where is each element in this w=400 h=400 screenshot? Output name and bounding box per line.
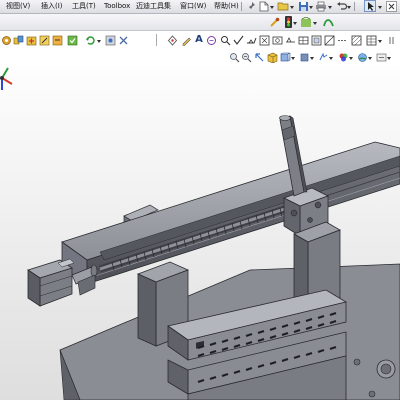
chevron-down-icon[interactable] — [329, 57, 333, 60]
green-curve-icon[interactable] — [322, 16, 334, 28]
chevron-down-icon[interactable] — [347, 6, 351, 9]
pin-icon[interactable] — [245, 0, 257, 12]
sketch-tool-icon[interactable] — [166, 34, 178, 46]
chevron-down-icon[interactable] — [387, 57, 391, 60]
assembly-annotation-toolbar: A — [0, 31, 400, 49]
menu-separator — [241, 2, 242, 11]
hide-show-items-icon[interactable] — [317, 51, 329, 63]
zoom-icon[interactable] — [219, 34, 231, 46]
chevron-down-icon[interactable] — [349, 57, 353, 60]
heads-up-view-toolbar — [0, 49, 400, 64]
new-document-icon[interactable] — [258, 0, 270, 12]
hole-callout-icon[interactable] — [284, 34, 296, 46]
stepper-motor — [27, 258, 75, 307]
rebuild-icon[interactable] — [268, 16, 280, 28]
chevron-down-icon[interactable] — [313, 22, 317, 25]
save-icon[interactable] — [297, 0, 309, 12]
previous-view-icon[interactable] — [253, 51, 265, 63]
close-document-icon[interactable] — [385, 0, 397, 12]
menu-separator — [354, 2, 355, 11]
toolbox-icon[interactable] — [66, 34, 78, 46]
rebuild-icon[interactable] — [84, 34, 96, 46]
insert-component-icon[interactable] — [25, 34, 37, 46]
toolbar-separator — [156, 34, 157, 46]
menu-maidi-tools[interactable]: 迈迪工具集 — [136, 1, 171, 12]
assembly-icon[interactable] — [0, 34, 12, 46]
menu-insert[interactable]: 插入(I) — [41, 1, 63, 12]
open-folder-icon[interactable] — [277, 0, 289, 12]
menu-bar: 视图(V) 插入(I) 工具(T) Toolbox 迈迪工具集 窗口(W) 帮助… — [0, 0, 400, 14]
table-icon[interactable] — [365, 34, 377, 46]
balloon-icon[interactable] — [205, 34, 217, 46]
view-orientation-icon[interactable] — [279, 51, 291, 63]
menu-window[interactable]: 窗口(W) — [180, 1, 206, 12]
chevron-down-icon[interactable] — [309, 6, 313, 9]
tolerance-icon[interactable] — [297, 34, 309, 46]
smart-dimension-icon[interactable] — [51, 34, 63, 46]
chevron-down-icon[interactable] — [378, 6, 382, 9]
datum-icon[interactable] — [258, 34, 270, 46]
chevron-down-icon[interactable] — [293, 22, 297, 25]
edit-appearance-icon[interactable] — [337, 51, 349, 63]
weld-symbol-icon[interactable] — [245, 34, 257, 46]
note-text-icon[interactable]: A — [193, 34, 205, 46]
menu-toolbox[interactable]: Toolbox — [104, 1, 130, 12]
section-view-icon[interactable] — [266, 51, 278, 63]
area-hatch-icon[interactable] — [350, 34, 362, 46]
chevron-down-icon[interactable] — [378, 40, 382, 43]
menu-tools[interactable]: 工具(T) — [72, 1, 96, 12]
more-tools-icon[interactable] — [386, 34, 398, 46]
options-icon[interactable] — [300, 16, 312, 28]
options-icon[interactable] — [104, 34, 116, 46]
link-icon[interactable] — [117, 34, 129, 46]
graphics-area[interactable] — [0, 64, 400, 400]
print-icon[interactable] — [315, 0, 327, 12]
display-style-icon[interactable] — [298, 51, 310, 63]
chevron-down-icon[interactable] — [328, 6, 332, 9]
mate-icon[interactable] — [12, 34, 24, 46]
chevron-down-icon[interactable] — [291, 57, 295, 60]
menu-view[interactable]: 视图(V) — [6, 1, 30, 12]
pencil-icon[interactable] — [180, 34, 192, 46]
chevron-down-icon[interactable] — [270, 6, 274, 9]
surface-finish-icon[interactable] — [271, 34, 283, 46]
apply-scene-icon[interactable] — [356, 51, 368, 63]
chevron-down-icon[interactable] — [368, 57, 372, 60]
chevron-down-icon[interactable] — [310, 57, 314, 60]
undo-icon[interactable] — [335, 0, 347, 12]
coordinate-triad-icon — [0, 67, 13, 90]
zoom-to-fit-icon[interactable] — [228, 51, 240, 63]
frame-icon[interactable] — [310, 34, 322, 46]
menu-help[interactable]: 帮助(H) — [214, 1, 239, 12]
view-settings-icon[interactable] — [375, 51, 387, 63]
cad-model-linear-stage[interactable] — [0, 64, 400, 400]
check-icon[interactable] — [232, 34, 244, 46]
chevron-down-icon[interactable] — [97, 40, 101, 43]
select-arrow-icon[interactable] — [364, 0, 376, 12]
chevron-down-icon[interactable] — [290, 6, 294, 9]
zoom-area-icon[interactable] — [240, 51, 252, 63]
standard-toolbar — [0, 14, 400, 31]
datum-target-icon[interactable] — [323, 34, 335, 46]
sketch-icon[interactable] — [38, 34, 50, 46]
centerline-icon[interactable] — [336, 34, 348, 46]
